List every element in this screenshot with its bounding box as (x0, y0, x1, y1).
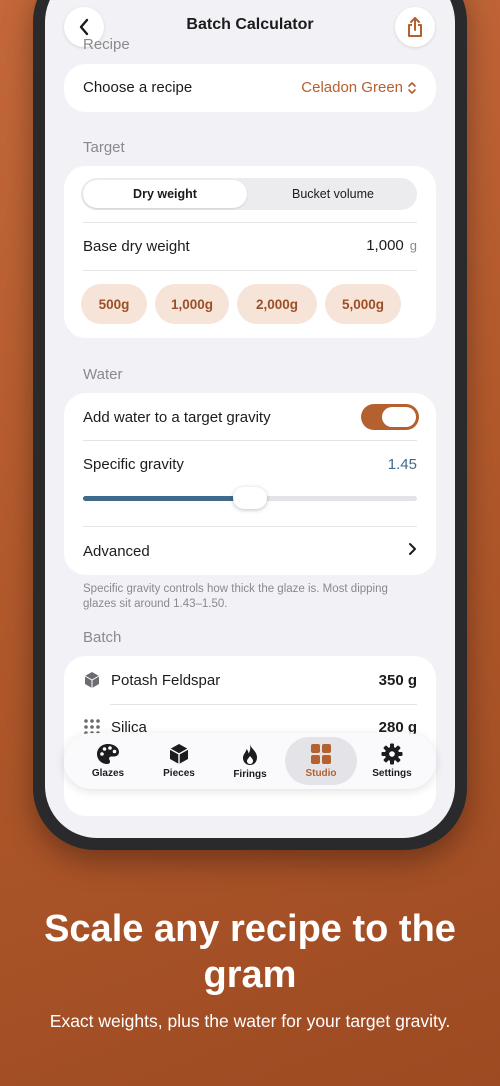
add-water-label: Add water to a target gravity (83, 409, 271, 426)
preset-chip-500g[interactable]: 500g (81, 284, 147, 324)
base-dry-weight-value: 1,000 (366, 237, 404, 254)
recipe-selected-value: Celadon Green (301, 79, 403, 96)
tab-settings[interactable]: Settings (356, 737, 428, 785)
tab-pieces[interactable]: Pieces (143, 737, 215, 785)
recipe-row-label: Choose a recipe (83, 79, 193, 96)
preset-chip-2000g[interactable]: 2,000g (237, 284, 317, 324)
chevron-up-down-icon (408, 81, 416, 94)
gear-icon (381, 743, 403, 765)
base-dry-weight-label: Base dry weight (83, 238, 190, 255)
divider (83, 440, 417, 441)
specific-gravity-slider[interactable] (83, 487, 417, 509)
tab-studio[interactable]: Studio (285, 737, 357, 785)
share-button[interactable] (395, 7, 435, 47)
tab-label: Studio (305, 768, 337, 779)
tab-label: Glazes (91, 768, 125, 779)
marketing-headline: Scale any recipe to the gram (44, 908, 456, 996)
water-card: Add water to a target gravity Specific g… (64, 393, 436, 575)
flame-icon (243, 743, 257, 765)
batch-item-amount: 350 g (378, 672, 417, 689)
tab-glazes[interactable]: Glazes (72, 737, 144, 785)
share-icon (408, 17, 422, 37)
chevron-right-icon[interactable] (408, 541, 417, 557)
tab-label: Settings (372, 768, 412, 779)
target-section-label: Target (83, 139, 125, 156)
divider (83, 222, 417, 223)
specific-gravity-value: 1.45 (387, 456, 417, 473)
divider (83, 526, 417, 527)
recipe-card[interactable]: Choose a recipe Celadon Green (64, 64, 436, 112)
tab-firings[interactable]: Firings (214, 737, 286, 785)
tab-label: Firings (233, 768, 267, 780)
divider (110, 704, 417, 705)
water-footnote: Specific gravity controls how thick the … (83, 583, 388, 610)
specific-gravity-label: Specific gravity (83, 456, 184, 473)
water-section-label: Water (83, 366, 123, 383)
cube-icon (84, 672, 100, 688)
slider-fill (83, 496, 250, 501)
preset-chip-1000g[interactable]: 1,000g (155, 284, 229, 324)
recipe-section-label: Recipe (83, 36, 130, 53)
slider-thumb[interactable] (233, 487, 267, 509)
toggle-knob (382, 407, 416, 427)
tab-bar: Glazes Pieces Firings Studio Settings (64, 733, 436, 789)
advanced-row-label[interactable]: Advanced (83, 543, 150, 560)
target-card: Dry weight Bucket volume Base dry weight… (64, 166, 436, 338)
cube-icon (169, 744, 189, 764)
marketing-subhead: Exact weights, plus the water for your t… (49, 1011, 451, 1031)
segment-bucket-volume[interactable]: Bucket volume (251, 180, 415, 208)
preset-chip-5000g[interactable]: 5,000g (325, 284, 401, 324)
base-dry-weight-field[interactable]: 1,000 g (366, 237, 417, 254)
target-segmented-control: Dry weight Bucket volume (81, 178, 417, 210)
divider (83, 270, 417, 271)
base-dry-weight-unit: g (409, 238, 417, 253)
add-water-toggle[interactable] (361, 404, 419, 430)
grid-icon (311, 744, 331, 764)
batch-section-label: Batch (83, 629, 122, 646)
page-title: Batch Calculator (186, 16, 314, 33)
palette-icon (97, 744, 119, 764)
phone-screen: Batch Calculator Recipe Choose a recipe … (45, 0, 455, 838)
segment-dry-weight[interactable]: Dry weight (83, 180, 247, 208)
recipe-picker[interactable]: Celadon Green (301, 79, 417, 96)
batch-item: Potash Feldspar (83, 671, 220, 689)
batch-item-name: Potash Feldspar (111, 671, 221, 689)
tab-label: Pieces (163, 768, 195, 779)
